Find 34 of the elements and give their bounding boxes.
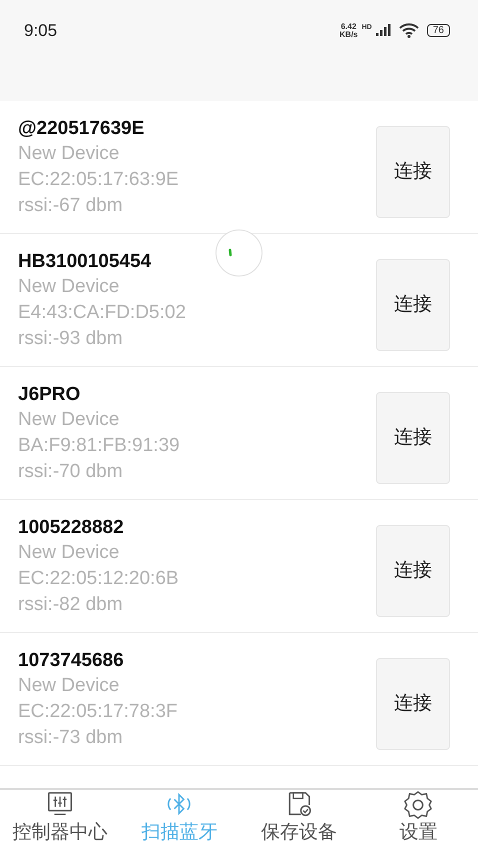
device-address: EC:22:05:12:20:6B: [18, 567, 179, 591]
signal-icon: [376, 24, 391, 38]
device-rssi: rssi:-67 dbm: [18, 194, 124, 218]
device-name: 1073745686: [18, 649, 125, 673]
device-type: New Device: [18, 408, 120, 432]
tab[interactable]: 保存设备: [239, 790, 358, 850]
device-rssi: rssi:-82 dbm: [18, 593, 124, 617]
settings-icon: [403, 790, 434, 820]
battery-indicator: 76: [426, 24, 450, 38]
device-type: New Device: [18, 275, 120, 299]
device-address: EC:22:05:17:78:3F: [18, 700, 178, 724]
connect-button[interactable]: 连接: [376, 259, 450, 351]
device-rssi: rssi:-73 dbm: [18, 726, 124, 750]
tab[interactable]: 控制器中心: [0, 790, 120, 850]
device-type: New Device: [18, 142, 120, 166]
status-time: 9:05: [24, 20, 58, 42]
device-type: New Device: [18, 541, 120, 565]
device-address: EC:22:05:17:63:9E: [18, 168, 179, 192]
connect-button[interactable]: 连接: [376, 126, 450, 218]
device-rssi: rssi:-70 dbm: [18, 460, 124, 484]
device-name: J6PRO: [18, 383, 82, 407]
device-name: HB3100105454: [18, 250, 152, 274]
connect-button[interactable]: 连接: [376, 525, 450, 617]
wifi-icon: [398, 23, 419, 38]
device-address: E4:43:CA:FD:D5:02: [18, 301, 186, 325]
connect-button[interactable]: 连接: [376, 658, 450, 750]
connect-button[interactable]: 连接: [376, 392, 450, 484]
device-address: BA:F9:81:FB:91:39: [18, 434, 180, 458]
device-name: 1005228882: [18, 516, 125, 540]
device-type: New Device: [18, 674, 120, 698]
tab[interactable]: 设置: [358, 790, 478, 850]
device-name: @220517639E: [18, 117, 146, 141]
network-speed: 6.42 KB/s: [340, 22, 358, 39]
device-rssi: rssi:-93 dbm: [18, 327, 124, 351]
